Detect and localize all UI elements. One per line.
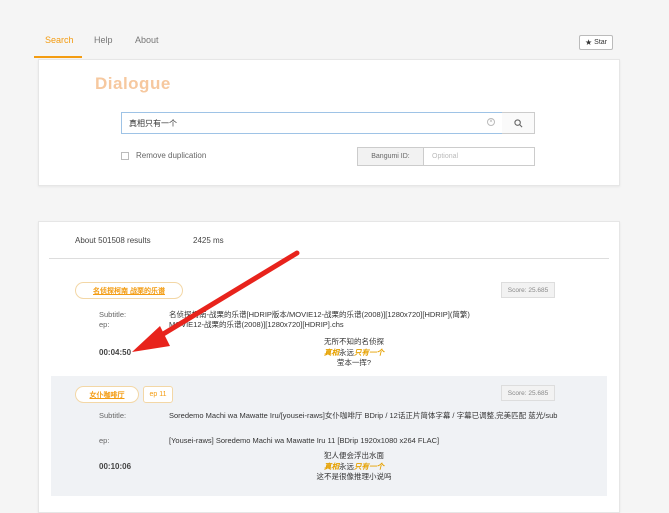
ep-value: MOVIE12-战栗的乐谱(2008)][1280x720][HDRIP].ch… [169,320,344,329]
result-count: About 501508 results [75,236,151,245]
active-tab-indicator [34,56,82,58]
search-query: 真相只有一个 [129,119,177,128]
highlight-term: 只有一个 [354,461,384,471]
score-badge: Score: 25.685 [501,282,555,298]
query-time: 2425 ms [193,236,224,245]
search-icon [513,118,522,127]
results-card: About 501508 results 2425 ms 名侦探柯南 战栗的乐谱… [38,221,620,513]
subtitle-label: Subtitle: [99,310,127,319]
dialogue-text: 犯人便会浮出水面 真相永远只有一个 这不是很像推理小说吗 [244,451,464,483]
clear-icon[interactable]: × [487,118,495,126]
brand-logo: Dialogue [95,74,171,93]
highlight-term: 真相 [324,347,339,357]
dialogue-line-1: 无所不知的名侦探 [324,337,384,346]
subtitle-value: 名侦探柯南-战栗的乐谱[HDRIP版本/MOVIE12-战栗的乐谱(2008)]… [169,310,470,319]
ep-label: ep: [99,320,110,329]
bangumi-id-input[interactable]: Optional [424,147,535,166]
dialogue-line-2: 真相永远只有一个 [244,462,464,473]
ep-label: ep: [99,436,110,445]
dialogue-mid: 永远 [339,461,354,471]
divider [49,258,609,259]
tab-about[interactable]: About [135,35,159,45]
bangumi-id-label: Bangumi ID: [357,147,424,166]
score-badge: Score: 25.685 [501,385,555,401]
dialogue-line-2: 真相永远只有一个 [244,348,464,359]
remove-duplication-label: Remove duplication [136,151,207,160]
episode-badge: ep 11 [143,386,173,403]
dialogue-line-3: 莹本一挥? [336,358,372,367]
anime-title-link[interactable]: 女仆咖啡厅 [90,390,125,400]
anime-title-pill[interactable]: 名侦探柯南 战栗的乐谱 [75,282,183,299]
timestamp: 00:10:06 [99,462,132,471]
remove-duplication-checkbox[interactable] [121,152,129,160]
top-nav: Search Help About ★ Star [0,0,669,58]
star-icon: ★ [584,38,593,47]
result-item: 名侦探柯南 战栗的乐谱 Score: 25.685 Subtitle: 名侦探柯… [51,270,607,374]
tab-help[interactable]: Help [94,35,113,45]
tab-search[interactable]: Search [45,35,74,45]
result-item: 女仆咖啡厅 ep 11 Score: 25.685 Subtitle: Sore… [51,376,607,496]
highlight-term: 只有一个 [354,347,384,357]
dialogue-line-1: 犯人便会浮出水面 [324,451,384,460]
anime-title-link[interactable]: 名侦探柯南 战栗的乐谱 [93,286,165,296]
star-label: Star [594,39,607,46]
search-card: Dialogue 真相只有一个 × Remove duplication Ban… [38,59,620,186]
anime-title-pill[interactable]: 女仆咖啡厅 [75,386,139,403]
dialogue-text: 无所不知的名侦探 真相永远只有一个 莹本一挥? [244,337,464,369]
search-input[interactable]: 真相只有一个 [121,112,503,134]
search-button[interactable] [502,112,535,134]
star-button[interactable]: ★ Star [579,35,613,50]
dialogue-line-3: 这不是很像推理小说吗 [316,472,392,481]
timestamp: 00:04:50 [99,348,132,357]
subtitle-value: Soredemo Machi wa Mawatte Iru/[yousei-ra… [169,411,558,420]
highlight-term: 真相 [324,461,339,471]
ep-value: [Yousei-raws] Soredemo Machi wa Mawatte … [169,436,440,445]
subtitle-label: Subtitle: [99,411,127,420]
dialogue-mid: 永远 [339,347,354,357]
